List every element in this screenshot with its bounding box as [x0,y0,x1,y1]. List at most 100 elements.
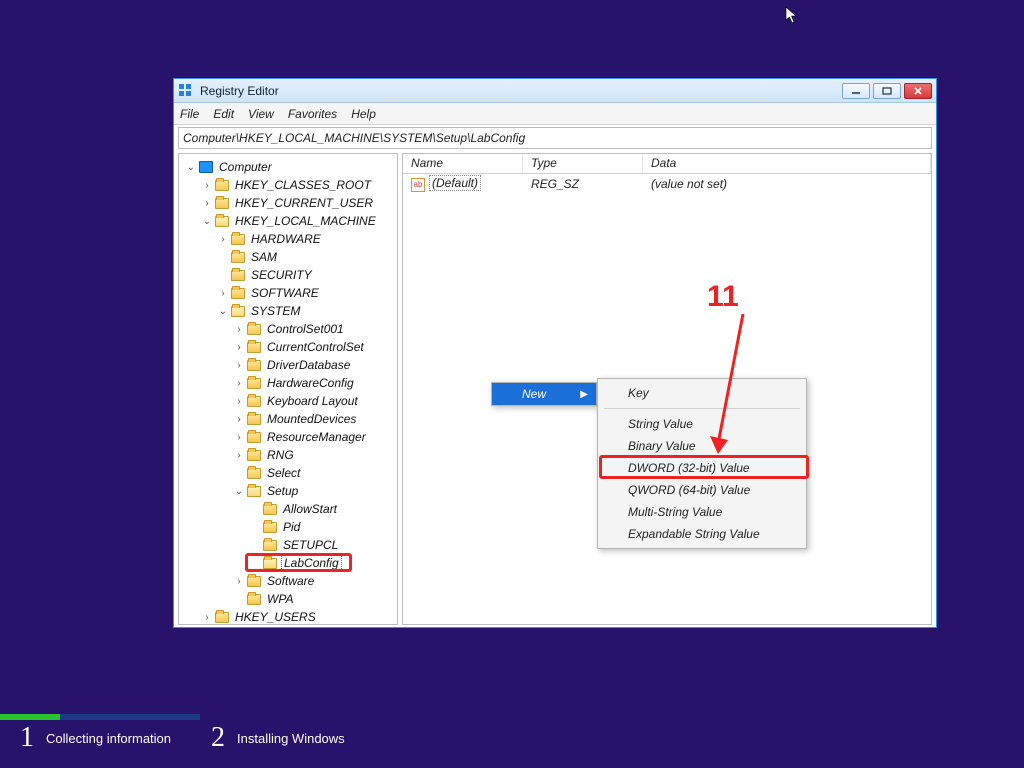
col-name[interactable]: Name [403,154,523,173]
tree-node[interactable]: ›RNG [179,446,397,464]
chevron-right-icon[interactable]: › [233,342,245,353]
context-item[interactable]: QWORD (64-bit) Value [598,479,806,501]
chevron-right-icon[interactable]: › [233,396,245,407]
menu-file[interactable]: File [180,107,199,121]
menu-view[interactable]: View [248,107,274,121]
cursor-icon [785,6,799,29]
tree-label: SAM [249,250,279,264]
computer-icon [199,161,213,173]
tree-node[interactable]: SETUPCL [179,536,397,554]
chevron-right-icon[interactable]: › [233,414,245,425]
value-row[interactable]: ab(Default)REG_SZ(value not set) [403,174,931,194]
chevron-down-icon[interactable]: ⌄ [185,162,197,173]
tree-label: ControlSet001 [265,322,346,336]
context-item[interactable]: Multi-String Value [598,501,806,523]
menu-favorites[interactable]: Favorites [288,107,337,121]
tree-node[interactable]: AllowStart [179,500,397,518]
chevron-right-icon[interactable]: › [217,234,229,245]
titlebar[interactable]: Registry Editor [174,79,936,103]
tree-node[interactable]: ›ResourceManager [179,428,397,446]
chevron-down-icon[interactable]: ⌄ [233,486,245,497]
tree-node[interactable]: › Keyboard Layout [179,392,397,410]
submenu-arrow-icon: ▶ [580,389,588,400]
tree-node[interactable]: › SOFTWARE [179,284,397,302]
context-item-new[interactable]: New ▶ [492,383,596,405]
tree-node[interactable]: ›Software [179,572,397,590]
tree-node[interactable]: SAM [179,248,397,266]
tree-node[interactable]: › ControlSet001 [179,320,397,338]
folder-icon [247,324,261,335]
chevron-right-icon[interactable]: › [233,432,245,443]
context-submenu[interactable]: Key String Value Binary Value DWORD (32-bit… [597,378,807,549]
chevron-right-icon[interactable]: › [233,324,245,335]
tree-label: Keyboard Layout [265,394,360,408]
context-item[interactable]: String Value [598,413,806,435]
maximize-button[interactable] [873,83,901,99]
address-bar[interactable]: Computer\HKEY_LOCAL_MACHINE\SYSTEM\Setup… [178,127,932,149]
col-data[interactable]: Data [643,154,931,173]
tree-label: Setup [265,484,300,498]
tree-node[interactable]: ›HKEY_USERS [179,608,397,625]
context-item-label: Binary Value [628,439,696,453]
tree-node[interactable]: ›HardwareConfig [179,374,397,392]
tree-node[interactable]: ⌄ Setup [179,482,397,500]
chevron-right-icon[interactable]: › [233,576,245,587]
tree-node[interactable]: LabConfig [179,554,397,572]
tree-node[interactable]: › HKEY_CURRENT_USER [179,194,397,212]
tree-label: WPA [265,592,295,606]
col-type[interactable]: Type [523,154,643,173]
tree-node[interactable]: ›HARDWARE [179,230,397,248]
address-text: Computer\HKEY_LOCAL_MACHINE\SYSTEM\Setup… [183,131,525,145]
tree-node[interactable]: ›CurrentControlSet [179,338,397,356]
context-item[interactable]: Binary Value [598,435,806,457]
chevron-right-icon[interactable]: › [233,450,245,461]
chevron-right-icon[interactable]: › [201,198,213,209]
tree-node[interactable]: WPA [179,590,397,608]
context-item[interactable]: Expandable String Value [598,523,806,545]
chevron-right-icon[interactable]: › [233,378,245,389]
value-name: (Default) [429,175,481,191]
string-value-icon: ab [411,178,425,192]
step-label: Installing Windows [237,731,345,746]
tree-pane[interactable]: ⌄Computer›HKEY_CLASSES_ROOT›HKEY_CURRENT… [178,153,398,625]
step-number: 1 [20,722,34,754]
value-list-pane[interactable]: Name Type Data ab(Default)REG_SZ(value n… [402,153,932,625]
context-menu[interactable]: New ▶ [491,382,597,406]
chevron-right-icon[interactable]: › [201,180,213,191]
context-item-label: Expandable String Value [628,527,760,541]
chevron-down-icon[interactable]: ⌄ [201,216,213,227]
tree-node[interactable]: ⌄HKEY_LOCAL_MACHINE [179,212,397,230]
folder-icon [231,270,245,281]
chevron-right-icon[interactable]: › [201,612,213,623]
tree-node[interactable]: Select [179,464,397,482]
menu-help[interactable]: Help [351,107,376,121]
tree-node[interactable]: ›HKEY_CLASSES_ROOT [179,176,397,194]
menu-edit[interactable]: Edit [213,107,234,121]
tree-label: AllowStart [281,502,339,516]
folder-icon [247,576,261,587]
step-label: Collecting information [46,731,171,746]
context-item-label: Multi-String Value [628,505,722,519]
tree-node[interactable]: ⌄SYSTEM [179,302,397,320]
tree-node[interactable]: SECURITY [179,266,397,284]
tree-node[interactable]: ⌄Computer [179,158,397,176]
tree-label: SOFTWARE [249,286,321,300]
context-item-label: String Value [628,417,693,431]
close-button[interactable] [904,83,932,99]
chevron-right-icon[interactable]: › [217,288,229,299]
folder-icon [215,180,229,191]
context-item[interactable]: Key [598,382,806,404]
app-icon [178,83,194,99]
window-title: Registry Editor [200,84,842,98]
tree-label: HKEY_CURRENT_USER [233,196,375,210]
tree-label: MountedDevices [265,412,358,426]
context-item[interactable]: DWORD (32-bit) Value [598,457,806,479]
tree-node[interactable]: ›DriverDatabase [179,356,397,374]
tree-node[interactable]: Pid [179,518,397,536]
tree-node[interactable]: › MountedDevices [179,410,397,428]
chevron-right-icon[interactable]: › [233,360,245,371]
folder-icon [247,450,261,461]
chevron-down-icon[interactable]: ⌄ [217,306,229,317]
minimize-button[interactable] [842,83,870,99]
list-header[interactable]: Name Type Data [403,154,931,174]
